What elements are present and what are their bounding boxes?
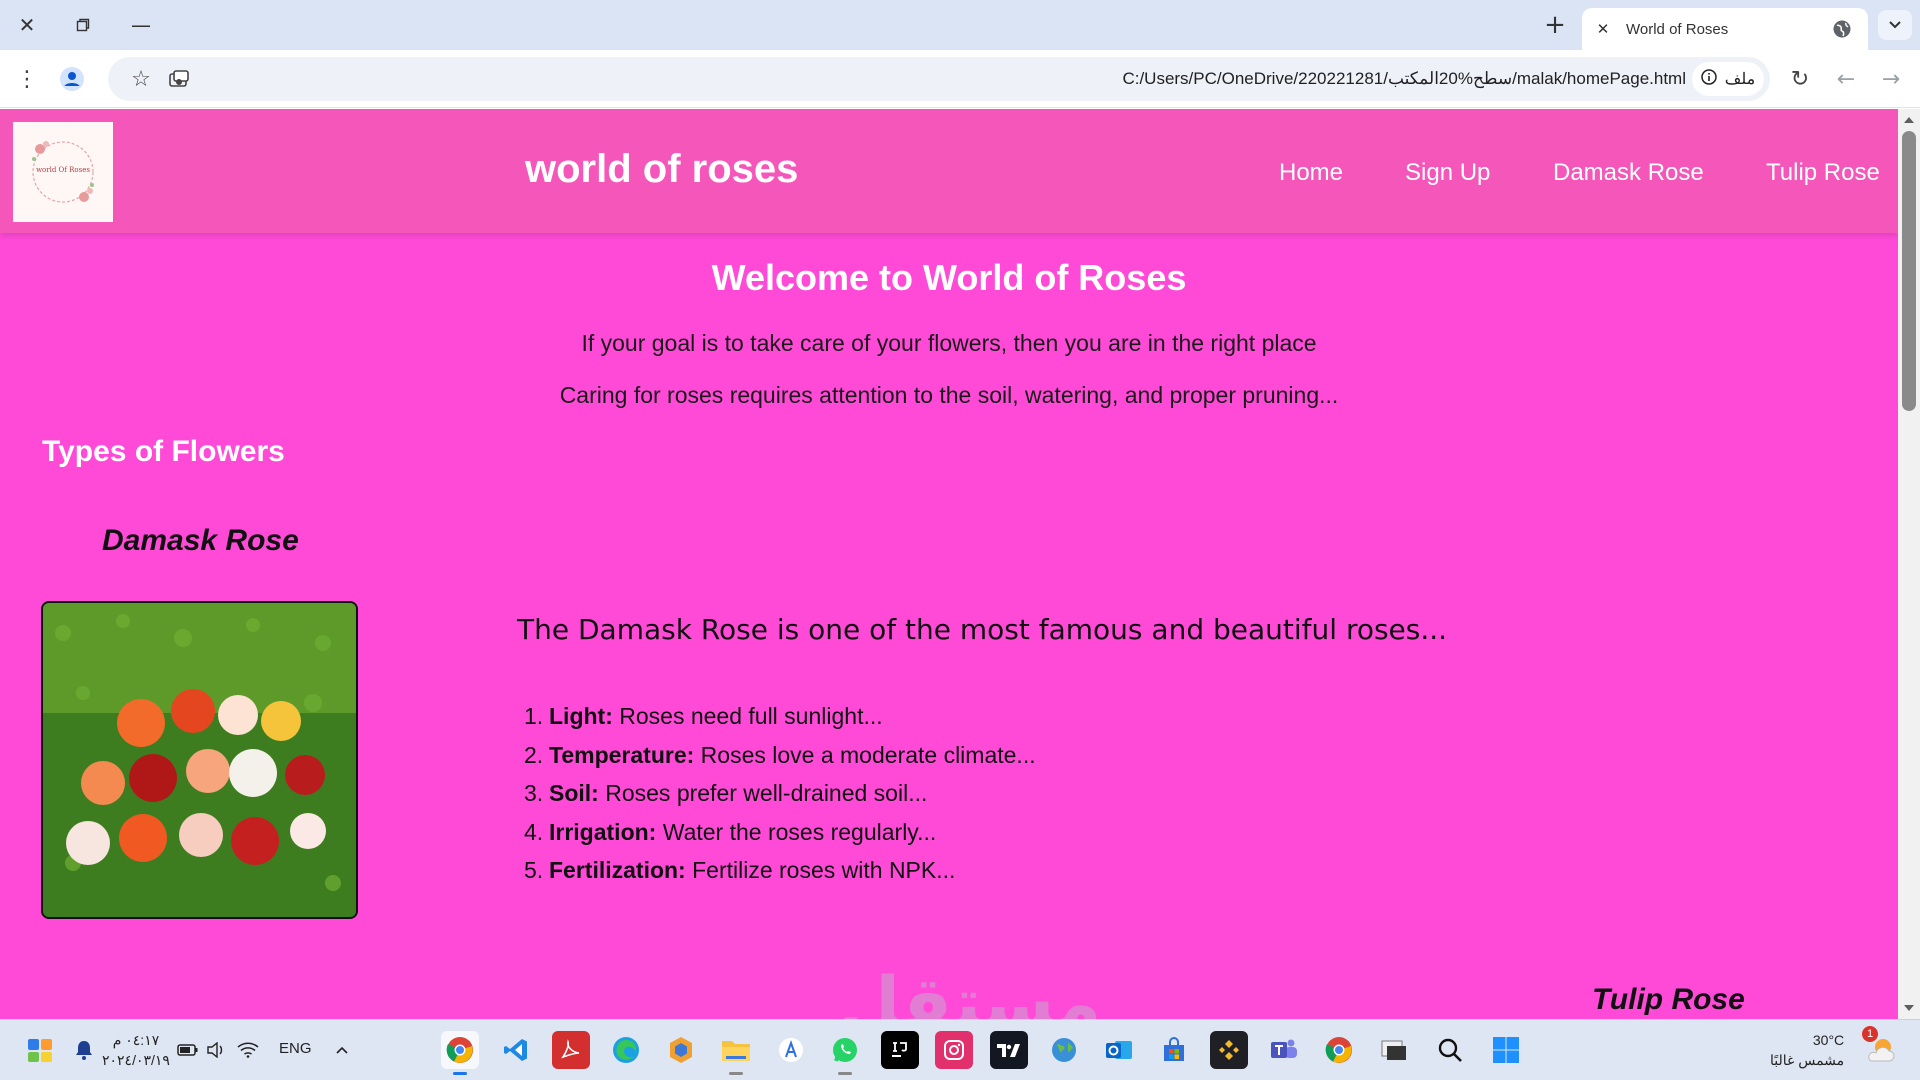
- tab-active[interactable]: ✕ World of Roses: [1582, 8, 1868, 50]
- weather-widget[interactable]: 30°C مشمس غالبًا: [1770, 1030, 1844, 1070]
- list-item: 1. Light: Roses need full sunlight...: [524, 703, 883, 729]
- outlook-app-icon[interactable]: [1100, 1031, 1138, 1069]
- running-app-indicator: [729, 1072, 743, 1075]
- tab-search-button[interactable]: [1878, 10, 1912, 40]
- intro-line-2: Caring for roses requires attention to t…: [559, 382, 1339, 408]
- bookmark-star-icon[interactable]: ☆: [122, 60, 160, 98]
- widgets-icon[interactable]: [22, 1032, 58, 1068]
- list-item: 3. Soil: Roses prefer well-drained soil..…: [524, 780, 928, 806]
- globe-app-icon[interactable]: [1045, 1031, 1083, 1069]
- search-icon[interactable]: [1431, 1031, 1469, 1069]
- start-icon[interactable]: [1487, 1031, 1525, 1069]
- new-tab-button[interactable]: +: [1538, 8, 1572, 42]
- volume-icon[interactable]: [198, 1032, 234, 1068]
- tradingview-app-icon[interactable]: [990, 1031, 1028, 1069]
- welcome-heading: Welcome to World of Roses: [711, 257, 1187, 298]
- address-bar[interactable]: ☆ C:/Users/PC/OneDrive/220221281/سطح%20ا…: [108, 57, 1770, 101]
- site-info-chip[interactable]: ملف: [1692, 62, 1764, 96]
- whatsapp-app-icon[interactable]: [826, 1031, 864, 1075]
- damask-rose-description: The Damask Rose is one of the most famou…: [517, 613, 1448, 646]
- tab-share-icon[interactable]: [160, 60, 198, 98]
- damask-rose-heading: Damask Rose: [102, 524, 299, 557]
- scroll-down-icon[interactable]: [1904, 1005, 1914, 1011]
- menu-kebab-icon[interactable]: ⋮: [8, 60, 46, 98]
- profile-icon[interactable]: [53, 60, 91, 98]
- sun-cloud-icon[interactable]: 1: [1862, 1026, 1900, 1068]
- globe-icon: [1832, 19, 1852, 39]
- close-tab-icon[interactable]: ✕: [1592, 18, 1614, 40]
- taskbar: ٠٤:١٧ م ٢٠٢٤/٠٣/١٩ ENG 30°C مشمس غالبًا …: [0, 1019, 1920, 1080]
- running-app-indicator: [838, 1072, 852, 1075]
- url-text: C:/Users/PC/OneDrive/220221281/سطح%20الم…: [1122, 69, 1686, 88]
- store-app-icon[interactable]: [1155, 1031, 1193, 1069]
- list-item: 2. Temperature: Roses love a moderate cli…: [524, 741, 1036, 768]
- list-item: 4. Irrigation: Water the roses regularly.…: [524, 818, 937, 845]
- scroll-up-icon[interactable]: [1904, 117, 1914, 123]
- site-header: world Of Roses world of roses Home Sign …: [0, 109, 1898, 233]
- edge-app-icon[interactable]: [607, 1031, 645, 1069]
- page-viewport: world Of Roses world of roses Home Sign …: [0, 109, 1898, 1019]
- language-indicator[interactable]: ENG: [279, 1040, 312, 1057]
- nav-damask-rose[interactable]: Damask Rose: [1553, 159, 1704, 187]
- binance-app-icon[interactable]: [1210, 1031, 1248, 1069]
- types-heading: Types of Flowers: [42, 435, 285, 468]
- weather-temperature: 30°C: [1812, 1032, 1845, 1048]
- back-arrow-icon[interactable]: ←: [1827, 60, 1865, 98]
- nav-home[interactable]: Home: [1279, 159, 1343, 187]
- notification-bell-icon[interactable]: [66, 1032, 102, 1068]
- clock-time: ٠٤:١٧ م: [112, 1032, 160, 1048]
- file-explorer-app-icon[interactable]: [717, 1031, 755, 1075]
- nav-sign-up[interactable]: Sign Up: [1405, 159, 1490, 187]
- window-app-icon[interactable]: [1375, 1031, 1413, 1069]
- chrome-app-icon[interactable]: [441, 1031, 479, 1075]
- care-list: 1. Light: Roses need full sunlight... 2. T…: [524, 703, 1036, 896]
- package-app-icon[interactable]: [662, 1031, 700, 1069]
- intro-line-1: If your goal is to take care of your flo…: [581, 330, 1317, 356]
- site-title: world of roses: [525, 147, 799, 191]
- close-window-icon[interactable]: ✕: [8, 8, 46, 42]
- site-logo[interactable]: world Of Roses: [13, 122, 113, 222]
- forward-arrow-icon[interactable]: →: [1872, 60, 1910, 98]
- info-icon: [1701, 68, 1717, 90]
- chrome-2-app-icon[interactable]: [1320, 1031, 1358, 1069]
- wifi-icon[interactable]: [230, 1032, 266, 1068]
- active-app-indicator: [453, 1072, 467, 1075]
- list-item: 5. Fertilization: Fertilize roses with NP…: [524, 857, 956, 883]
- teams-app-icon[interactable]: [1265, 1031, 1303, 1069]
- clock-date: ٢٠٢٤/٠٣/١٩: [102, 1052, 170, 1068]
- tab-title: World of Roses: [1626, 20, 1729, 38]
- vscode-app-icon[interactable]: [497, 1031, 535, 1069]
- clock[interactable]: ٠٤:١٧ م ٢٠٢٤/٠٣/١٩: [102, 1030, 170, 1070]
- weather-condition: مشمس غالبًا: [1770, 1052, 1845, 1068]
- restore-window-icon[interactable]: [64, 8, 102, 42]
- minimize-window-icon[interactable]: —: [122, 8, 160, 42]
- reload-icon[interactable]: ↻: [1781, 60, 1819, 98]
- logo-text: world Of Roses: [36, 166, 90, 174]
- acrobat-app-icon[interactable]: [552, 1031, 590, 1069]
- tulip-rose-heading: Tulip Rose: [1592, 983, 1745, 1016]
- browser-toolbar: ⋮ ☆ C:/Users/PC/OneDrive/220221281/سطح%2…: [0, 50, 1920, 108]
- page-scrollbar[interactable]: [1898, 109, 1920, 1019]
- nav-tulip-rose[interactable]: Tulip Rose: [1766, 159, 1880, 187]
- scroll-thumb[interactable]: [1902, 131, 1916, 411]
- watermark: مستقل: [838, 961, 1102, 1019]
- intellij-app-icon[interactable]: [881, 1031, 919, 1069]
- site-chip-label: ملف: [1724, 71, 1756, 88]
- tab-strip: ✕ — + ✕ World of Roses: [0, 0, 1920, 50]
- instagram-app-icon[interactable]: [935, 1031, 973, 1069]
- translate-app-icon[interactable]: [772, 1031, 810, 1069]
- damask-rose-image: [41, 601, 358, 919]
- weather-badge: 1: [1862, 1026, 1878, 1042]
- show-hidden-icons-icon[interactable]: [324, 1032, 360, 1068]
